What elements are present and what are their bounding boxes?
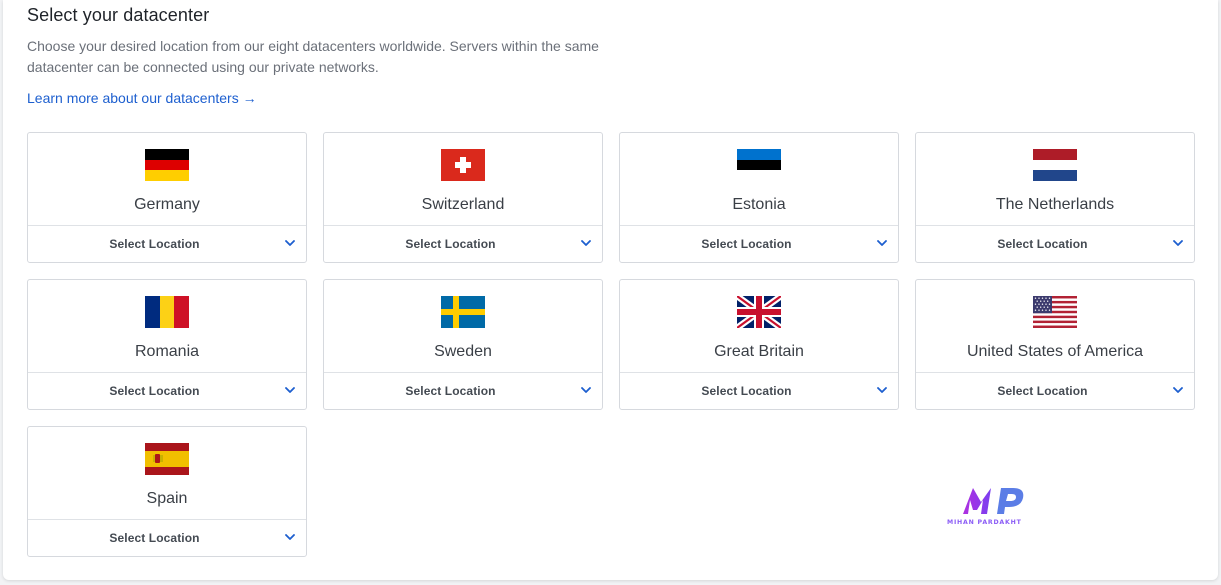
- mihan-pardakht-logo-icon: MIHAN PARDAKHT: [945, 488, 1024, 526]
- switzerland-flag-icon: [441, 149, 485, 181]
- great-britain-flag-icon: [737, 296, 781, 328]
- card-header: Sweden: [324, 280, 602, 373]
- sweden-flag-icon: [441, 296, 485, 328]
- location-select[interactable]: Select Location: [28, 373, 306, 409]
- chevron-down-icon: [285, 387, 295, 393]
- romania-flag-icon: [145, 296, 189, 328]
- card-header: Germany: [28, 133, 306, 226]
- country-name: Estonia: [732, 196, 786, 213]
- datacenter-card-romania[interactable]: Romania Select Location: [27, 279, 307, 410]
- watermark-text: MIHAN PARDAKHT: [947, 519, 1022, 526]
- location-select[interactable]: Select Location: [620, 226, 898, 262]
- country-name: Spain: [146, 490, 188, 507]
- country-name: Romania: [134, 343, 200, 360]
- chevron-down-icon: [1173, 240, 1183, 246]
- card-header: Romania: [28, 280, 306, 373]
- datacenter-card-usa[interactable]: United States of America Select Location: [915, 279, 1195, 410]
- location-select-label: Select Location: [109, 237, 200, 251]
- datacenter-card-spain[interactable]: Spain Select Location: [27, 426, 307, 557]
- chevron-down-icon: [877, 240, 887, 246]
- chevron-down-icon: [581, 240, 591, 246]
- location-select[interactable]: Select Location: [324, 226, 602, 262]
- location-select-label: Select Location: [701, 237, 792, 251]
- usa-flag-icon: [1033, 296, 1077, 328]
- location-select[interactable]: Select Location: [324, 373, 602, 409]
- learn-more-link[interactable]: Learn more about our datacenters →: [27, 90, 257, 106]
- location-select-label: Select Location: [701, 384, 792, 398]
- card-header: Estonia: [620, 133, 898, 226]
- netherlands-flag-icon: [1033, 149, 1077, 181]
- location-select[interactable]: Select Location: [916, 226, 1194, 262]
- location-select[interactable]: Select Location: [620, 373, 898, 409]
- germany-flag-icon: [145, 149, 189, 181]
- datacenter-card-netherlands[interactable]: The Netherlands Select Location: [915, 132, 1195, 263]
- card-header: The Netherlands: [916, 133, 1194, 226]
- location-select-label: Select Location: [405, 384, 496, 398]
- country-name: Sweden: [434, 343, 492, 360]
- location-select-label: Select Location: [997, 237, 1088, 251]
- datacenter-card-great-britain[interactable]: Great Britain Select Location: [619, 279, 899, 410]
- datacenter-card-germany[interactable]: Germany Select Location: [27, 132, 307, 263]
- chevron-down-icon: [1173, 387, 1183, 393]
- page-description: Choose your desired location from our ei…: [27, 38, 599, 75]
- spain-flag-icon: [145, 443, 189, 475]
- datacenter-card-estonia[interactable]: Estonia Select Location: [619, 132, 899, 263]
- country-name: Germany: [134, 196, 200, 213]
- card-header: Great Britain: [620, 280, 898, 373]
- country-name: The Netherlands: [995, 196, 1115, 213]
- location-select[interactable]: Select Location: [28, 520, 306, 556]
- location-select[interactable]: Select Location: [28, 226, 306, 262]
- chevron-down-icon: [581, 387, 591, 393]
- estonia-flag-icon: [737, 149, 781, 181]
- chevron-down-icon: [877, 387, 887, 393]
- country-name: Great Britain: [714, 343, 804, 360]
- location-select-label: Select Location: [405, 237, 496, 251]
- datacenter-card-sweden[interactable]: Sweden Select Location: [323, 279, 603, 410]
- chevron-down-icon: [285, 240, 295, 246]
- card-header: Spain: [28, 427, 306, 520]
- country-name: United States of America: [966, 343, 1144, 360]
- chevron-down-icon: [285, 534, 295, 540]
- country-name: Switzerland: [421, 196, 505, 213]
- location-select-label: Select Location: [109, 384, 200, 398]
- datacenter-card-switzerland[interactable]: Switzerland Select Location: [323, 132, 603, 263]
- location-select[interactable]: Select Location: [916, 373, 1194, 409]
- datacenter-panel: Select your datacenter Choose your desir…: [3, 0, 1218, 580]
- page-title: Select your datacenter: [27, 5, 210, 25]
- location-select-label: Select Location: [109, 531, 200, 545]
- card-header: Switzerland: [324, 133, 602, 226]
- card-header: United States of America: [916, 280, 1194, 373]
- location-select-label: Select Location: [997, 384, 1088, 398]
